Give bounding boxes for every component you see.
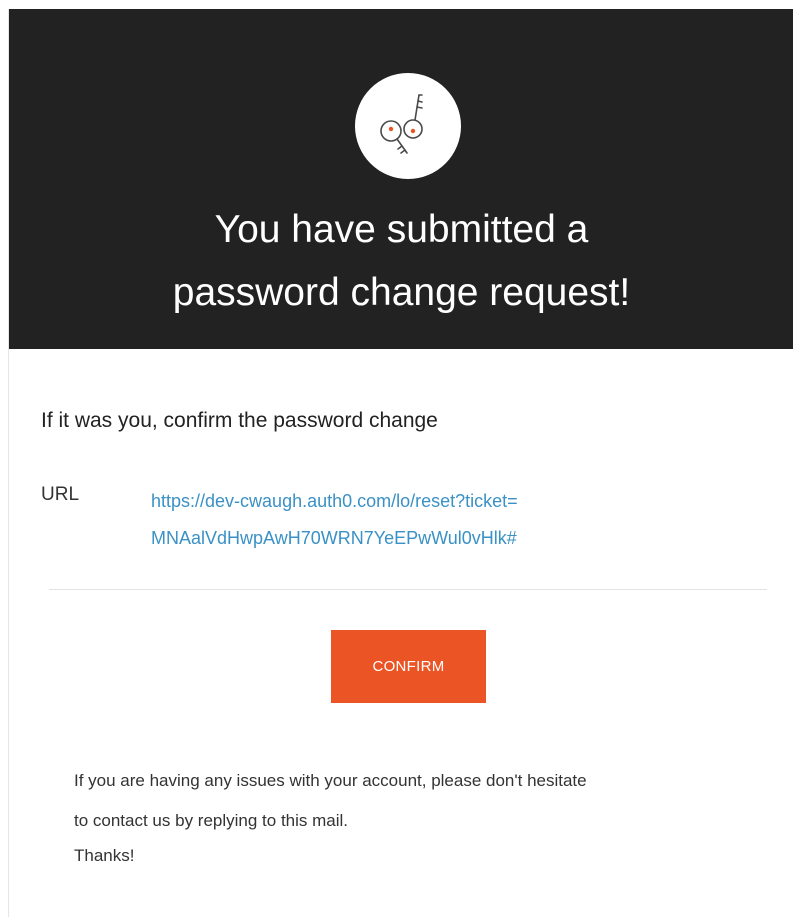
thanks-text: Thanks! xyxy=(74,846,135,865)
page-title: You have submitted a password change req… xyxy=(9,198,793,324)
intro-text: If it was you, confirm the password chan… xyxy=(41,409,438,432)
divider xyxy=(49,589,767,590)
reset-link-line-1: https://dev-cwaugh.auth0.com/lo/reset?ti… xyxy=(151,491,518,511)
confirm-button[interactable]: CONFIRM xyxy=(331,630,486,703)
url-label: URL xyxy=(41,484,80,505)
support-note-line-1: If you are having any issues with your a… xyxy=(74,771,587,790)
reset-link-line-2: MNAalVdHwpAwH70WRN7YeEPwWul0vHlk# xyxy=(151,528,517,548)
support-note-line-2: to contact us by replying to this mail. xyxy=(74,811,349,830)
email-header: You have submitted a password change req… xyxy=(9,9,793,349)
email-container: You have submitted a password change req… xyxy=(8,9,793,917)
keys-logo xyxy=(355,73,461,179)
keys-icon xyxy=(380,94,423,154)
reset-link[interactable]: https://dev-cwaugh.auth0.com/lo/reset?ti… xyxy=(151,483,671,557)
support-note: If you are having any issues with your a… xyxy=(74,761,764,841)
title-line-2: password change request! xyxy=(172,271,631,314)
title-line-1: You have submitted a xyxy=(214,208,589,251)
